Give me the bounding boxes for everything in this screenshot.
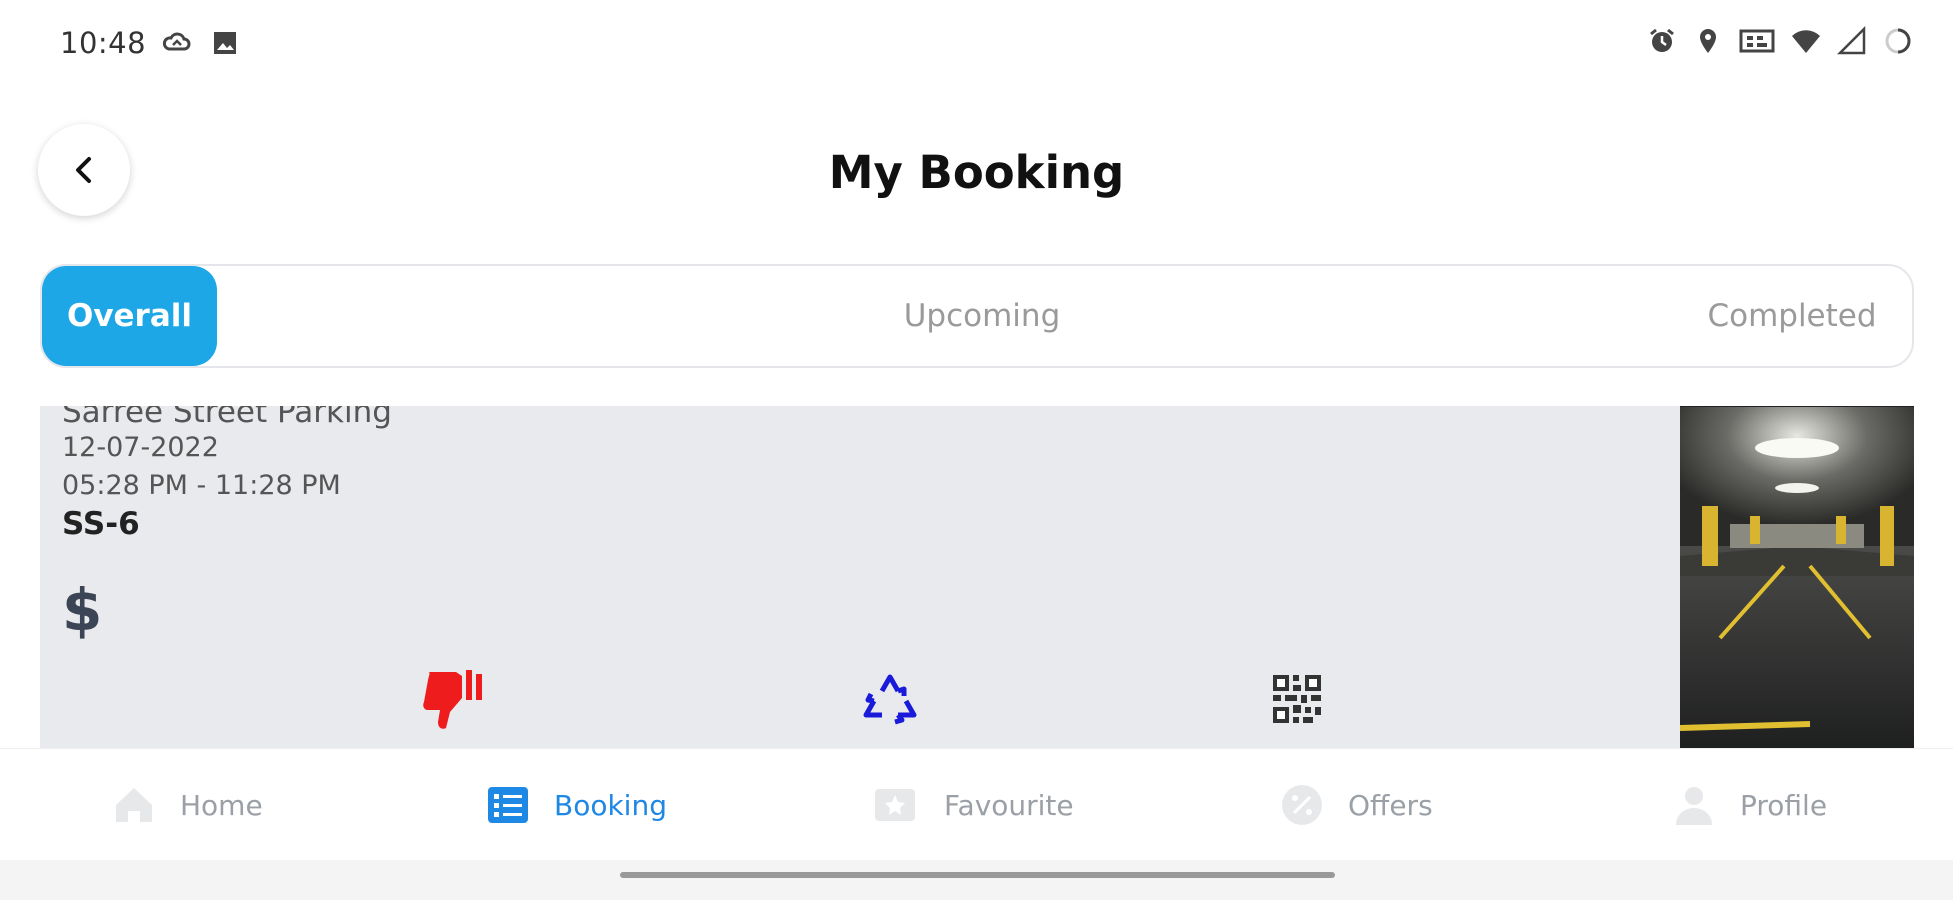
parking-name: Sarree Street Parking [62, 406, 392, 430]
profile-icon [1676, 787, 1712, 825]
nav-favourite-label: Favourite [944, 788, 1074, 822]
recycle-icon [863, 674, 917, 725]
parking-image [1680, 406, 1914, 750]
status-left-icons [162, 28, 240, 58]
nav-offers[interactable]: Offers [1280, 769, 1433, 841]
dislike-button[interactable] [418, 664, 488, 734]
alarm-icon [1650, 28, 1674, 52]
tab-completed[interactable]: Completed [1672, 266, 1912, 366]
vibrate-icon [1739, 29, 1775, 53]
cloud-sync-icon [162, 32, 191, 51]
nav-booking-label: Booking [554, 788, 667, 822]
qr-code-button[interactable] [1262, 664, 1332, 734]
wifi-icon [1792, 30, 1820, 53]
nav-profile-label: Profile [1740, 788, 1828, 822]
page-title: My Booking [828, 146, 1125, 199]
gesture-area [0, 860, 1953, 900]
booking-price: $ [62, 576, 103, 644]
offers-icon [1282, 785, 1322, 825]
booking-card[interactable]: Sarree Street Parking 12-07-2022 05:28 P… [40, 406, 1914, 750]
booking-time-range: 05:28 PM - 11:28 PM [62, 470, 341, 501]
signal-icon [1837, 26, 1866, 55]
nav-favourite[interactable]: Favourite [870, 769, 1074, 841]
rebook-button[interactable] [855, 664, 925, 734]
status-bar: 10:48 [0, 0, 1953, 88]
location-icon [1700, 29, 1716, 53]
tab-overall[interactable]: Overall [42, 266, 217, 366]
thumbs-down-icon [423, 670, 482, 729]
nav-offers-label: Offers [1348, 788, 1433, 822]
qr-code-icon [1273, 675, 1321, 723]
booking-date: 12-07-2022 [62, 432, 219, 463]
nav-booking[interactable]: Booking [486, 769, 667, 841]
gesture-bar[interactable] [620, 872, 1335, 878]
nav-home[interactable]: Home [112, 769, 263, 841]
favourite-icon [875, 789, 915, 821]
bottom-nav: Home Booking Favourite Offers Profile [0, 748, 1953, 860]
battery-icon [1885, 28, 1911, 54]
nav-home-label: Home [180, 788, 263, 822]
tab-upcoming[interactable]: Upcoming [842, 266, 1122, 366]
status-time: 10:48 [60, 26, 147, 60]
image-icon [214, 32, 236, 54]
booking-slot: SS-6 [62, 506, 140, 542]
booking-list-icon [488, 787, 528, 823]
status-right-icons [1647, 26, 1913, 56]
booking-tabs: Overall Upcoming Completed [40, 264, 1914, 368]
home-icon [116, 788, 152, 822]
nav-profile[interactable]: Profile [1672, 769, 1827, 841]
